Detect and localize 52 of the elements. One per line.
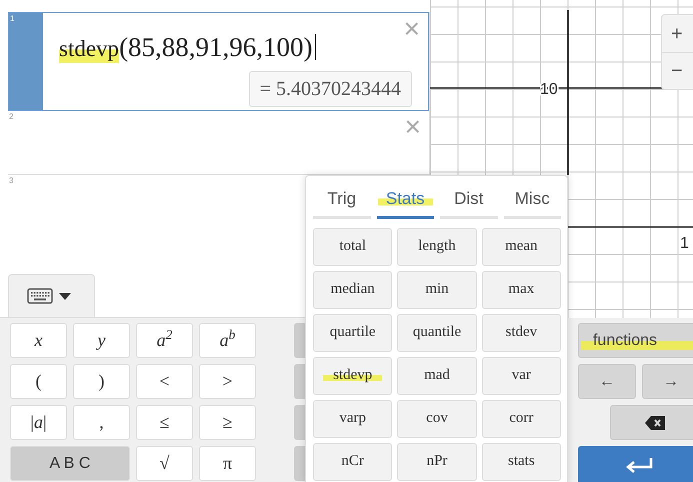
keypad-key[interactable]: a$^{2}$ bbox=[136, 323, 193, 358]
function-button[interactable]: length bbox=[397, 228, 477, 266]
keypad-key[interactable]: ( bbox=[10, 364, 67, 399]
function-button[interactable]: mean bbox=[482, 228, 561, 266]
keypad-key[interactable]: , bbox=[73, 405, 130, 440]
keypad-key[interactable]: a$^{b}$ bbox=[199, 323, 256, 358]
zoom-in-button[interactable]: + bbox=[662, 15, 693, 52]
popup-tab[interactable]: Dist bbox=[440, 184, 498, 218]
function-button[interactable]: var bbox=[482, 356, 561, 394]
keypad-key[interactable]: ≤ bbox=[136, 405, 193, 440]
keypad-key[interactable]: > bbox=[199, 364, 256, 399]
backspace-button[interactable] bbox=[610, 405, 693, 440]
keypad-key[interactable]: ) bbox=[73, 364, 130, 399]
popup-tab[interactable]: Misc bbox=[504, 184, 561, 218]
keypad-key[interactable]: A B C bbox=[10, 446, 130, 481]
function-button[interactable]: quantile bbox=[397, 314, 477, 352]
function-button[interactable]: stats bbox=[482, 442, 561, 480]
function-button[interactable]: corr bbox=[482, 400, 561, 438]
function-button[interactable]: mad bbox=[397, 356, 477, 394]
axis-label: 1 bbox=[680, 235, 689, 252]
keypad-key[interactable]: √ bbox=[136, 446, 193, 481]
function-button[interactable]: cov bbox=[397, 400, 477, 438]
keypad-key[interactable]: π bbox=[199, 446, 256, 481]
keyboard-icon bbox=[27, 288, 53, 304]
function-arguments: (85,88,91,96,100) bbox=[119, 31, 313, 64]
keypad-toggle[interactable] bbox=[8, 274, 95, 317]
function-button[interactable]: min bbox=[397, 270, 477, 308]
enter-icon bbox=[624, 457, 654, 473]
function-button[interactable]: nPr bbox=[397, 442, 477, 480]
function-button[interactable]: median bbox=[313, 270, 392, 308]
function-button[interactable]: total bbox=[313, 228, 392, 266]
keypad-key[interactable]: y bbox=[73, 323, 130, 358]
enter-button[interactable] bbox=[578, 446, 693, 482]
arrow-key[interactable]: ← bbox=[578, 364, 636, 399]
line-number: 2 bbox=[8, 111, 14, 123]
function-button[interactable]: max bbox=[482, 270, 561, 308]
arrow-key[interactable]: → bbox=[642, 364, 693, 399]
result-value: = 5.40370243444 bbox=[248, 71, 412, 107]
function-button[interactable]: quartile bbox=[313, 314, 392, 352]
line-number: 1 bbox=[9, 13, 43, 110]
function-button[interactable]: varp bbox=[313, 400, 392, 438]
function-button[interactable]: stdev bbox=[482, 314, 561, 352]
keypad-key[interactable]: ≥ bbox=[199, 405, 256, 440]
function-button[interactable]: nCr bbox=[313, 442, 392, 480]
keypad-key[interactable]: x bbox=[10, 323, 67, 358]
keypad-key[interactable]: < bbox=[136, 364, 193, 399]
zoom-out-button[interactable]: − bbox=[662, 52, 693, 89]
popup-tab[interactable]: Trig bbox=[313, 184, 370, 218]
line-number: 3 bbox=[8, 175, 14, 187]
backspace-icon bbox=[645, 416, 665, 430]
caret-icon bbox=[59, 292, 71, 300]
keypad-key[interactable]: |a| bbox=[10, 405, 67, 440]
